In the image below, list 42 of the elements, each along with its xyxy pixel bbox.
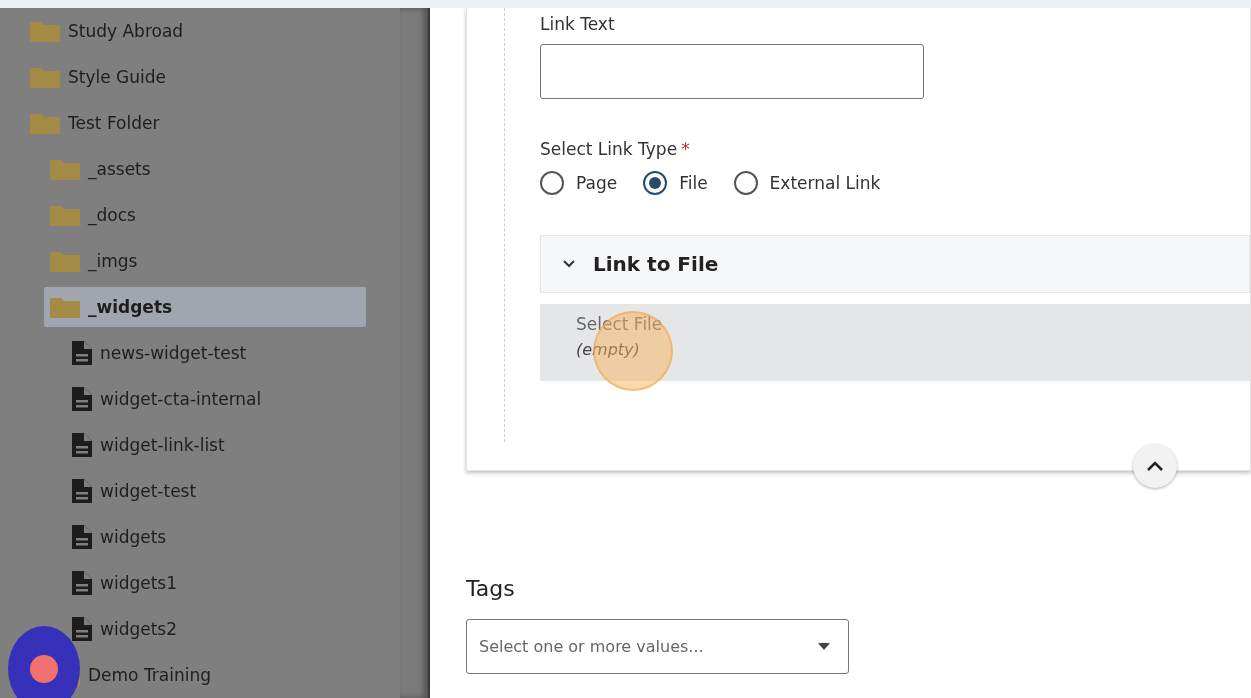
tree-item[interactable]: widgets1 bbox=[0, 560, 400, 606]
tree-item[interactable]: widgets2 bbox=[0, 606, 400, 652]
folder-icon bbox=[50, 204, 80, 226]
tree-item[interactable]: widget-test bbox=[0, 468, 400, 514]
tree-item[interactable]: widget-link-list bbox=[0, 422, 400, 468]
tree-item[interactable]: widget-cta-internal bbox=[0, 376, 400, 422]
chevron-up-icon bbox=[1146, 460, 1164, 472]
folder-icon bbox=[30, 66, 60, 88]
tags-select[interactable]: Select one or more values... bbox=[466, 619, 849, 674]
radio-option[interactable]: File bbox=[643, 171, 708, 195]
folder-icon bbox=[50, 158, 80, 180]
tree-item[interactable]: _assets bbox=[0, 146, 400, 192]
tree-item[interactable]: Test Folder bbox=[0, 100, 400, 146]
field-label: Select Link Type * bbox=[540, 139, 691, 159]
folder-icon bbox=[50, 250, 80, 272]
tree-item[interactable]: news-widget-test bbox=[0, 330, 400, 376]
field-label: Link Text bbox=[540, 14, 616, 34]
radio-option[interactable]: Page bbox=[540, 171, 618, 195]
document-icon bbox=[72, 571, 92, 595]
link-text-input[interactable] bbox=[540, 44, 924, 99]
tree-item[interactable]: _imgs bbox=[0, 238, 400, 284]
accordion-header[interactable]: Link to File bbox=[540, 235, 1250, 293]
section-title: Tags bbox=[466, 576, 516, 601]
tree-item[interactable]: widgets bbox=[0, 514, 400, 560]
tree-item[interactable]: Study Abroad bbox=[0, 8, 400, 54]
tree-item[interactable]: Style Guide bbox=[0, 54, 400, 100]
collapse-button[interactable] bbox=[1133, 444, 1177, 488]
folder-icon bbox=[50, 296, 80, 318]
folder-icon bbox=[30, 112, 60, 134]
dropdown-caret-icon bbox=[818, 643, 830, 650]
document-icon bbox=[72, 433, 92, 457]
record-indicator-icon bbox=[8, 626, 80, 698]
document-icon bbox=[72, 479, 92, 503]
tree-item[interactable]: _widgets bbox=[44, 287, 366, 327]
document-icon bbox=[72, 617, 92, 641]
document-icon bbox=[72, 525, 92, 549]
radio-option[interactable]: External Link bbox=[733, 171, 881, 195]
document-icon bbox=[72, 341, 92, 365]
chevron-icon bbox=[563, 260, 575, 268]
tree-item[interactable]: _docs bbox=[0, 192, 400, 238]
folder-icon bbox=[30, 20, 60, 42]
document-icon bbox=[72, 387, 92, 411]
